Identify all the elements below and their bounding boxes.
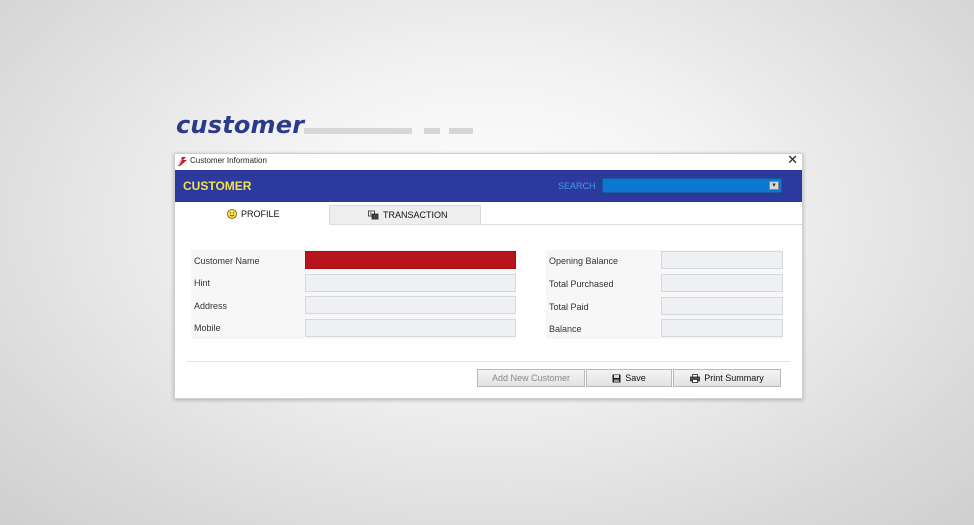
search-combobox[interactable]: ▾ [602, 178, 782, 193]
mobile-label: Mobile [194, 323, 221, 333]
print-summary-label: Print Summary [704, 373, 764, 383]
decorative-bar-short-2 [449, 128, 473, 134]
window-title: Customer Information [190, 156, 267, 165]
divider [187, 361, 790, 362]
opening-balance-label: Opening Balance [549, 256, 619, 266]
floppy-disk-icon [612, 374, 621, 382]
hero-title: customer [176, 111, 305, 139]
hint-label: Hint [194, 278, 211, 288]
customer-information-window: Customer Information ✕ CUSTOMER SEARCH ▾… [174, 153, 803, 399]
address-field[interactable] [305, 296, 516, 314]
printer-icon [690, 373, 701, 383]
address-label: Address [194, 301, 228, 311]
close-button[interactable]: ✕ [787, 153, 798, 168]
tab-profile[interactable]: PROFILE [175, 205, 329, 225]
svg-text:$: $ [370, 211, 373, 216]
total-paid-field[interactable] [661, 297, 783, 315]
add-new-customer-button[interactable]: Add New Customer [477, 369, 585, 387]
tab-transaction[interactable]: $ TRANSACTION [329, 205, 481, 225]
total-purchased-field[interactable] [661, 274, 783, 292]
hint-field[interactable] [305, 274, 516, 292]
balance-label: Balance [549, 324, 582, 334]
header-band: CUSTOMER SEARCH ▾ [175, 170, 802, 202]
decorative-bar-short-1 [424, 128, 440, 134]
print-summary-button[interactable]: Print Summary [673, 369, 781, 387]
search-label: SEARCH [558, 181, 596, 191]
app-logo-icon [177, 156, 188, 167]
customer-name-label: Customer Name [194, 256, 260, 266]
tab-underline [329, 224, 802, 225]
save-label: Save [625, 373, 646, 383]
total-purchased-label: Total Purchased [549, 279, 614, 289]
mobile-field[interactable] [305, 319, 516, 337]
smiley-icon [227, 209, 237, 219]
chevron-down-icon[interactable]: ▾ [769, 181, 779, 190]
tab-transaction-label: TRANSACTION [383, 210, 448, 220]
balance-field[interactable] [661, 319, 783, 337]
opening-balance-field[interactable] [661, 251, 783, 269]
customer-details-panel: Customer Name Hint Address Mobile [191, 250, 516, 339]
customer-name-field[interactable] [305, 251, 516, 269]
decorative-bar-long [304, 128, 412, 134]
section-title: CUSTOMER [183, 179, 252, 193]
total-paid-label: Total Paid [549, 302, 589, 312]
money-transfer-icon: $ [368, 210, 379, 220]
save-button[interactable]: Save [586, 369, 672, 387]
add-new-customer-label: Add New Customer [491, 373, 571, 383]
window-titlebar: Customer Information ✕ [175, 153, 802, 170]
tab-profile-label: PROFILE [241, 209, 280, 219]
balance-panel: Opening Balance Total Purchased Total Pa… [546, 250, 783, 339]
